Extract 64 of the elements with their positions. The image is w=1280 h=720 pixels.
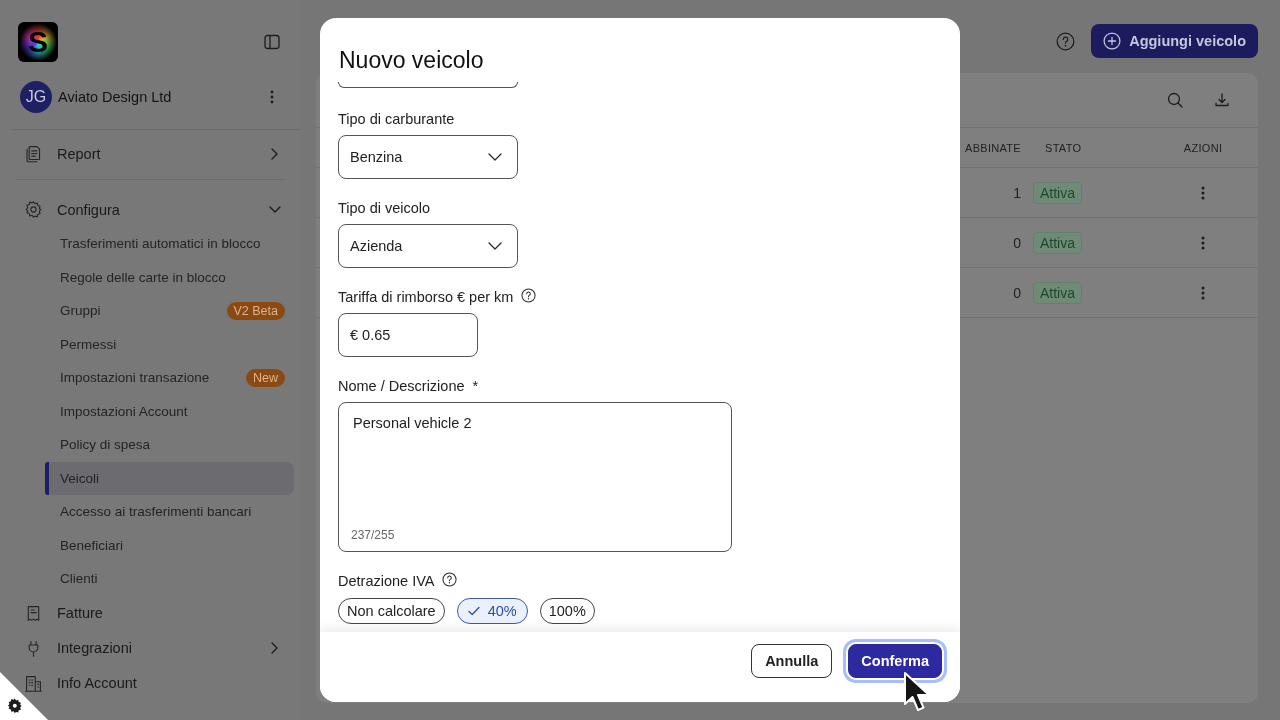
gear-icon (24, 200, 43, 219)
nav-subitem[interactable]: Accesso ai trasferimenti bancari (45, 495, 294, 529)
dialog-title: Nuovo veicolo (339, 47, 484, 73)
option-chip[interactable]: 40% (456, 598, 528, 624)
help-icon[interactable] (521, 287, 537, 303)
field-label: Detrazione IVA (338, 573, 435, 589)
nav-subitem[interactable]: Regole delle carte in blocco (45, 260, 294, 294)
required-mark: * (472, 378, 479, 394)
dropdown-field[interactable]: Azienda (338, 224, 518, 268)
nav-subitem[interactable]: Permessi (45, 327, 294, 361)
search-icon[interactable] (1167, 92, 1183, 108)
app-logo: S (18, 22, 58, 62)
more-icon[interactable] (1201, 185, 1205, 200)
chevron-down-icon (488, 153, 502, 161)
field-label: Nome / Descrizione (338, 378, 465, 394)
text-area[interactable]: Personal vehicle 2 237/255 (338, 402, 732, 552)
dropdown-field[interactable]: Benzina (338, 135, 518, 179)
input-field[interactable]: € 0.65 (338, 313, 478, 357)
nav-subitem[interactable]: Policy di spesa (45, 428, 294, 462)
field-label: Tariffa di rimborso € per km (338, 289, 514, 305)
nav-subitem[interactable]: Beneficiari (45, 528, 294, 562)
feature-badge: New (246, 368, 285, 387)
nav-item[interactable]: Fatture (24, 599, 290, 627)
column-header: ABBINATE (965, 141, 1022, 154)
column-header: STATO (1044, 141, 1083, 154)
more-icon[interactable] (1201, 285, 1205, 300)
building-icon (24, 673, 43, 693)
nav-subitem[interactable]: Trasferimenti automatici in blocco (45, 227, 294, 261)
more-icon[interactable] (1201, 235, 1205, 250)
nav-subitem[interactable]: Impostazioni Account (45, 394, 294, 428)
column-header: AZIONI (1183, 141, 1223, 154)
nav-subitem[interactable]: Clienti (45, 562, 294, 596)
add-vehicle-button[interactable]: Aggiungi veicolo (1091, 24, 1258, 58)
status-badge: Attiva (1033, 181, 1082, 204)
character-counter: 237/255 (351, 527, 395, 543)
nav-item[interactable]: Report (24, 140, 290, 167)
field-label: Tipo di veicolo (338, 200, 431, 216)
cancel-button[interactable]: Annulla (751, 644, 833, 678)
organization-name: Aviato Design Ltd (58, 89, 172, 105)
nav-subitem[interactable]: Gruppi V2 Beta (45, 294, 294, 328)
plus-circle-icon (1103, 32, 1122, 50)
feature-badge: V2 Beta (226, 301, 285, 320)
nav-subitem[interactable]: Impostazioni transazione New (45, 361, 294, 395)
option-chip[interactable]: 100% (539, 598, 595, 624)
table-cell-text: 0 (1013, 284, 1022, 301)
option-chip[interactable]: Non calcolare (338, 598, 445, 624)
sidebar-toggle-icon[interactable] (264, 34, 280, 50)
document-icon (24, 144, 43, 163)
chevron-down-icon (488, 242, 502, 250)
corner-gear-icon[interactable] (0, 672, 48, 720)
table-cell-text: 0 (1013, 234, 1022, 251)
status-badge: Attiva (1033, 231, 1082, 254)
download-icon[interactable] (1214, 92, 1230, 108)
more-icon[interactable] (270, 90, 274, 104)
help-icon[interactable] (442, 571, 458, 587)
status-badge: Attiva (1033, 281, 1082, 304)
check-icon (467, 606, 480, 616)
nav-subitem[interactable]: Veicoli (45, 461, 294, 495)
table-cell-text: 1 (1013, 184, 1022, 201)
nav-item[interactable]: Integrazioni (24, 634, 290, 662)
nav-item[interactable]: Info Account (24, 669, 290, 697)
field-label: Tipo di carburante (338, 111, 455, 127)
avatar-initials: JG (20, 81, 52, 113)
nav-item[interactable]: Configura (24, 196, 290, 223)
